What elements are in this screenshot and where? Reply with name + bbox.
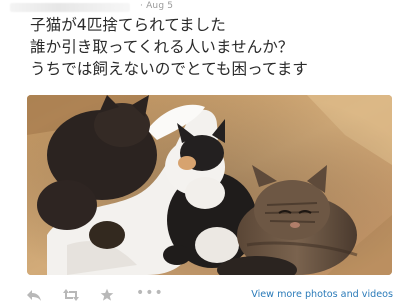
tweet-date[interactable]: Aug 5 <box>146 1 173 11</box>
tweet: · Aug 5 子猫が4匹捨てられてました 誰か引き取ってくれる人いませんか？ う… <box>0 0 400 306</box>
tweet-text-line-1: 子猫が4匹捨てられてました <box>30 16 226 34</box>
tweet-text: 子猫が4匹捨てられてました 誰か引き取ってくれる人いませんか？ うちでは飼えない… <box>30 14 394 80</box>
tweet-header: · Aug 5 <box>0 0 400 14</box>
tweet-actions: ••• View more photos and videos <box>0 284 400 306</box>
reply-icon[interactable] <box>26 288 42 302</box>
blurred-author-name <box>10 3 130 12</box>
retweet-icon[interactable] <box>62 288 79 302</box>
tweet-timestamp[interactable]: · Aug 5 <box>140 1 173 11</box>
star-icon[interactable] <box>100 288 116 302</box>
kittens-in-box-photo <box>27 95 392 275</box>
separator-dot: · <box>140 1 144 11</box>
tweet-text-line-3: うちでは飼えないのでとても困ってます <box>30 60 308 78</box>
tweet-text-line-2: 誰か引き取ってくれる人いませんか？ <box>30 38 294 56</box>
view-more-photos-link[interactable]: View more photos and videos <box>251 289 393 300</box>
tweet-photo[interactable] <box>27 95 392 275</box>
more-icon[interactable]: ••• <box>136 286 163 300</box>
